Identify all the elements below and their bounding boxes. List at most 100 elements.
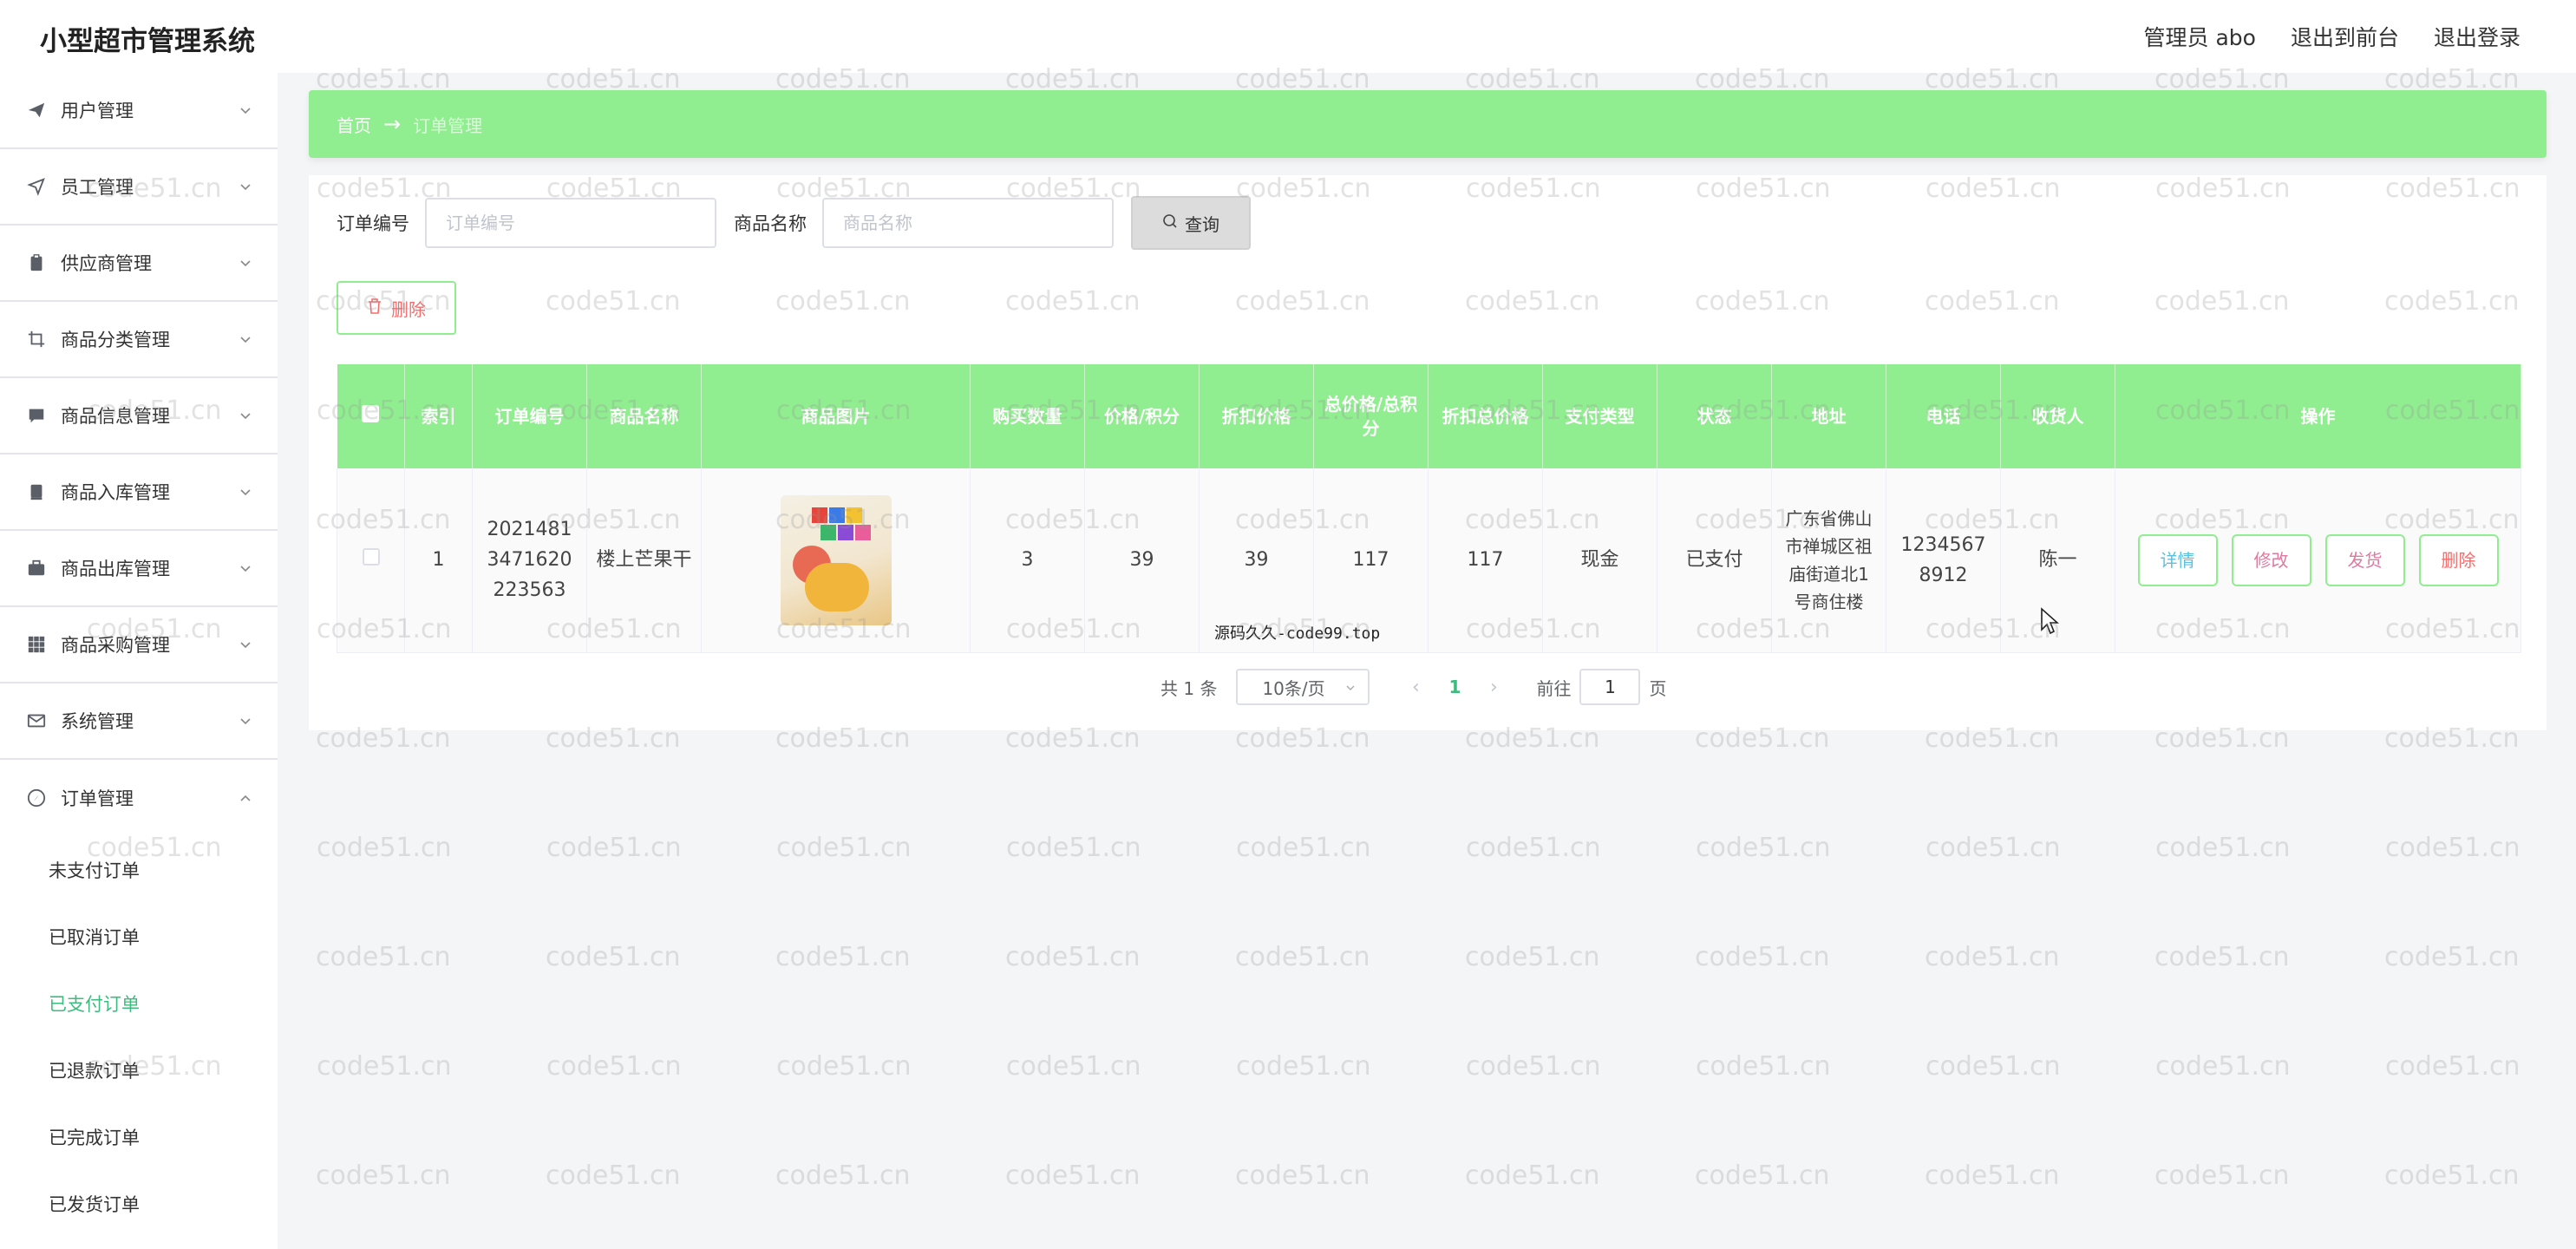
search-form: 订单编号 商品名称 查询 (337, 196, 1251, 250)
watermark-text: code51.cn (1695, 1161, 1830, 1191)
submenu-shipped-orders[interactable]: 已发货订单 (0, 1170, 278, 1237)
order-no-label: 订单编号 (337, 213, 409, 234)
sidebar-item-stock-out-management[interactable]: 商品出库管理 (0, 531, 278, 607)
breadcrumb-home[interactable]: 首页 (337, 112, 371, 137)
column-header[interactable]: 状态 (1657, 364, 1772, 468)
breadcrumb-arrow-icon: → (383, 112, 402, 136)
sidebar-item-category-management[interactable]: 商品分类管理 (0, 302, 278, 378)
watermark-text: code51.cn (1006, 1051, 1141, 1082)
sidebar-item-supplier-management[interactable]: 供应商管理 (0, 226, 278, 302)
order-no-input[interactable] (425, 198, 716, 248)
goto-page-input[interactable]: 1 (1579, 669, 1641, 705)
sidebar: 用户管理 员工管理 供应商管理 商品分类管理 商品信息管理 商品入库管理 商品出… (0, 73, 278, 1249)
query-button-label: 查询 (1185, 213, 1219, 235)
ship-button[interactable]: 发货 (2324, 533, 2405, 586)
page-size-select[interactable]: 10条/页 (1236, 669, 1370, 705)
select-all-checkbox[interactable] (337, 364, 405, 468)
table-row: 1 20214813471620223563 楼上芒果干 3 39 39 117… (337, 468, 2521, 653)
product-name-input[interactable] (822, 198, 1114, 248)
orders-table: 索引 订单编号 商品名称 商品图片 购买数量 价格/积分 折扣价格 总价格/总积… (337, 364, 2521, 653)
query-button[interactable]: 查询 (1131, 196, 1251, 250)
watermark-text: code51.cn (1696, 833, 1831, 863)
watermark-text: code51.cn (2155, 1051, 2291, 1082)
sidebar-item-label: 系统管理 (61, 711, 134, 732)
sidebar-item-label: 商品出库管理 (61, 559, 170, 579)
chevron-down-icon (239, 559, 252, 572)
search-icon (1162, 213, 1178, 233)
sidebar-item-stock-in-management[interactable]: 商品入库管理 (0, 454, 278, 531)
watermark-text: code51.cn (546, 1161, 681, 1191)
product-thumbnail[interactable] (780, 494, 892, 625)
sidebar-item-product-info-management[interactable]: 商品信息管理 (0, 378, 278, 454)
watermark-text: code51.cn (316, 942, 451, 972)
column-header[interactable]: 电话 (1886, 364, 2001, 468)
submenu-paid-orders[interactable]: 已支付订单 (0, 970, 278, 1036)
watermark-text: code51.cn (1925, 942, 2060, 972)
next-page-icon[interactable]: › (1481, 677, 1507, 698)
sidebar-item-label: 订单管理 (61, 788, 134, 809)
watermark-text: code51.cn (2385, 833, 2520, 863)
prev-page-icon[interactable]: ‹ (1402, 677, 1429, 698)
cell-status: 已支付 (1657, 468, 1772, 653)
page-number-current[interactable]: 1 (1429, 677, 1481, 697)
column-header[interactable]: 支付类型 (1542, 364, 1657, 468)
watermark-text: code51.cn (546, 1051, 682, 1082)
column-header[interactable]: 折扣总价格 (1428, 364, 1543, 468)
sidebar-item-staff-management[interactable]: 员工管理 (0, 149, 278, 226)
product-name-label: 商品名称 (734, 213, 807, 234)
watermark-text: code51.cn (2385, 1051, 2520, 1082)
app-title: 小型超市管理系统 (40, 26, 255, 57)
watermark-text: code51.cn (317, 833, 452, 863)
watermark-text: code51.cn (1466, 1051, 1601, 1082)
column-header[interactable]: 总价格/总积分 (1313, 364, 1429, 468)
column-header[interactable]: 价格/积分 (1084, 364, 1200, 468)
sidebar-item-label: 员工管理 (61, 177, 134, 198)
cell-actions: 详情 修改 发货 删除 (2115, 468, 2521, 653)
chevron-up-icon (239, 788, 252, 801)
crop-icon (26, 329, 47, 350)
cell-index: 1 (404, 468, 473, 653)
edit-button[interactable]: 修改 (2231, 533, 2311, 586)
watermark-text: code51.cn (776, 833, 912, 863)
breadcrumb: 首页 → 订单管理 (309, 90, 2547, 158)
column-header[interactable]: 折扣价格 (1199, 364, 1314, 468)
sidebar-item-user-management[interactable]: 用户管理 (0, 73, 278, 149)
column-header[interactable]: 商品名称 (586, 364, 702, 468)
watermark-text: code51.cn (2154, 942, 2290, 972)
submenu-completed-orders[interactable]: 已完成订单 (0, 1103, 278, 1170)
goto-prefix: 前往 (1536, 677, 1572, 699)
main-content: 首页 → 订单管理 订单编号 商品名称 查询 删除 索引 订单编号 (309, 90, 2547, 732)
sidebar-item-system-management[interactable]: 系统管理 (0, 683, 278, 760)
chevron-down-icon (239, 406, 252, 420)
sidebar-item-label: 供应商管理 (61, 253, 152, 274)
row-checkbox[interactable] (337, 468, 405, 653)
sidebar-item-order-management[interactable]: 订单管理 (0, 760, 278, 836)
logout-link[interactable]: 退出登录 (2434, 21, 2520, 52)
submenu-unpaid-orders[interactable]: 未支付订单 (0, 836, 278, 903)
submenu-cancelled-orders[interactable]: 已取消订单 (0, 903, 278, 970)
batch-delete-button[interactable]: 删除 (337, 281, 456, 335)
watermark-text: code51.cn (1236, 1051, 1371, 1082)
admin-user-label[interactable]: 管理员 abo (2144, 21, 2256, 52)
watermark-text: code51.cn (775, 942, 911, 972)
watermark-text: code51.cn (775, 1161, 911, 1191)
clipboard-icon (26, 252, 47, 273)
column-header[interactable]: 收货人 (2000, 364, 2115, 468)
delete-button[interactable]: 删除 (2418, 533, 2499, 586)
cell-phone: 12345678912 (1886, 468, 2001, 653)
exit-to-frontend-link[interactable]: 退出到前台 (2291, 21, 2399, 52)
send-icon (26, 100, 47, 121)
column-header[interactable]: 购买数量 (970, 364, 1085, 468)
cell-product-name: 楼上芒果干 (586, 468, 702, 653)
briefcase-icon (26, 558, 47, 579)
watermark-text: code51.cn (1925, 833, 2061, 863)
submenu-refunded-orders[interactable]: 已退款订单 (0, 1036, 278, 1103)
watermark-text: code51.cn (776, 1051, 912, 1082)
column-header[interactable]: 地址 (1771, 364, 1886, 468)
sidebar-item-purchase-management[interactable]: 商品采购管理 (0, 607, 278, 683)
column-header[interactable]: 索引 (404, 364, 473, 468)
detail-button[interactable]: 详情 (2137, 533, 2218, 586)
watermark-text: code51.cn (316, 1161, 451, 1191)
mail-icon (26, 710, 47, 731)
column-header[interactable]: 订单编号 (472, 364, 587, 468)
